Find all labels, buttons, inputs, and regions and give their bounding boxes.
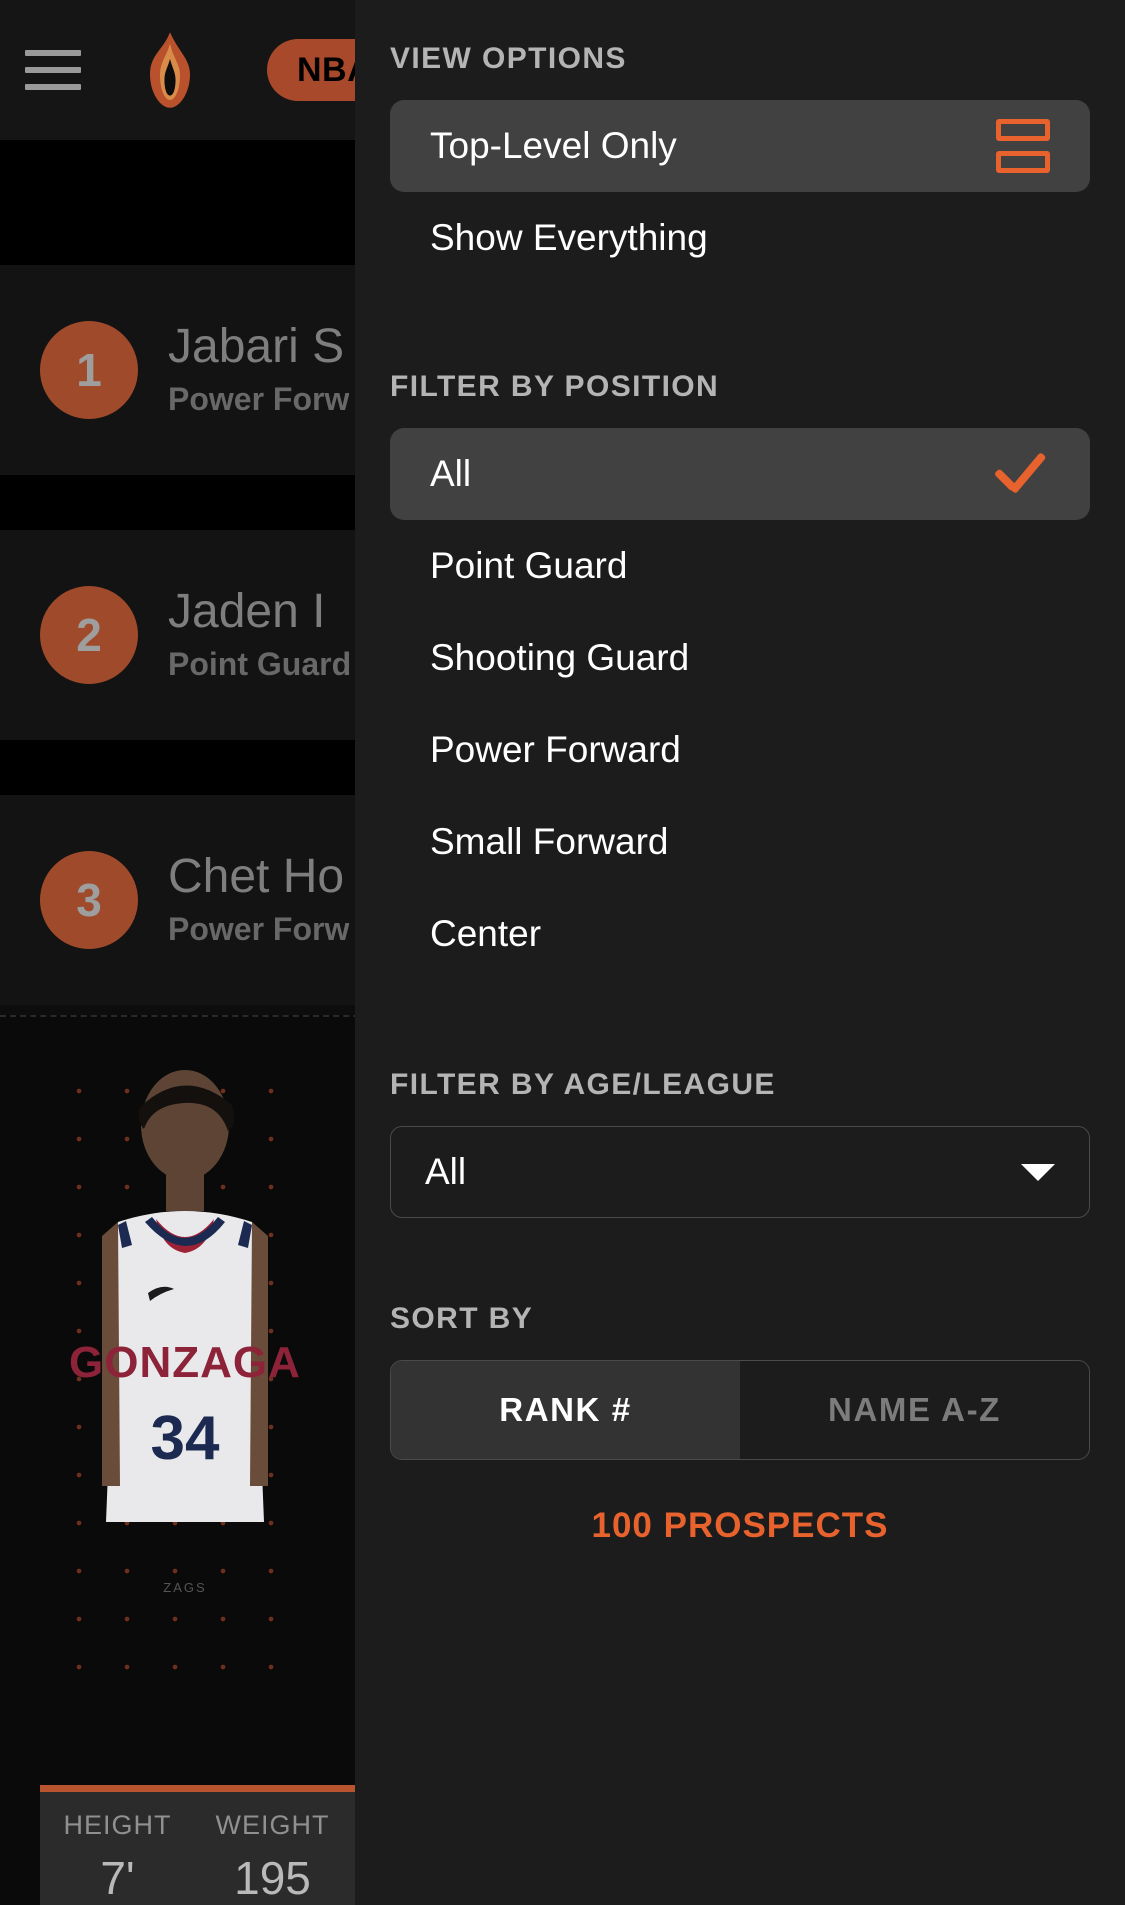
rank-badge: 3 bbox=[40, 851, 138, 949]
age-league-select[interactable]: All bbox=[390, 1126, 1090, 1218]
view-option-label: Top-Level Only bbox=[430, 125, 677, 166]
view-option-show-everything[interactable]: Show Everything bbox=[390, 192, 1090, 284]
view-option-top-level-only[interactable]: Top-Level Only bbox=[390, 100, 1090, 192]
stat-weight: WEIGHT 195 bbox=[195, 1810, 350, 1905]
stat-label: HEIGHT bbox=[63, 1810, 172, 1840]
row-text: Chet Ho Power Forw bbox=[168, 852, 349, 947]
player-position: Point Guard bbox=[168, 645, 352, 682]
stat-height: HEIGHT 7' bbox=[40, 1810, 195, 1905]
rank-badge: 1 bbox=[40, 321, 138, 419]
sort-by-title: SORT BY bbox=[390, 1302, 534, 1335]
check-icon bbox=[992, 452, 1050, 496]
svg-text:34: 34 bbox=[151, 1404, 220, 1473]
position-option-label: Power Forward bbox=[430, 729, 681, 770]
position-option-label: Shooting Guard bbox=[430, 637, 690, 678]
player-name: Jabari S bbox=[168, 322, 345, 374]
position-option-power-forward[interactable]: Power Forward bbox=[390, 704, 1090, 796]
row-text: Jabari S Power Forw bbox=[168, 322, 349, 417]
position-option-label: Point Guard bbox=[430, 545, 628, 586]
player-position: Power Forw bbox=[168, 910, 350, 947]
view-options-title: VIEW OPTIONS bbox=[390, 42, 627, 75]
position-option-label: Center bbox=[430, 913, 542, 954]
filter-age-league-title: FILTER BY AGE/LEAGUE bbox=[390, 1068, 776, 1101]
stat-label: WEIGHT bbox=[215, 1810, 330, 1840]
position-option-shooting-guard[interactable]: Shooting Guard bbox=[390, 612, 1090, 704]
position-option-small-forward[interactable]: Small Forward bbox=[390, 796, 1090, 888]
age-league-selected-value: All bbox=[425, 1151, 467, 1192]
position-option-label: Small Forward bbox=[430, 821, 669, 862]
sort-option-name[interactable]: NAME A-Z bbox=[740, 1361, 1089, 1459]
hamburger-icon[interactable] bbox=[25, 50, 81, 90]
svg-text:ZAGS: ZAGS bbox=[163, 1580, 206, 1595]
view-options-list: Top-Level Only Show Everything bbox=[390, 100, 1090, 284]
player-name: Jaden I bbox=[168, 587, 326, 639]
stat-value: 7' bbox=[100, 1852, 135, 1904]
app-root: NBA 1 Jabari S Power Forw 2 Jaden I Poin… bbox=[0, 0, 1125, 1905]
sort-option-rank[interactable]: RANK # bbox=[391, 1361, 740, 1459]
player-position: Power Forw bbox=[168, 380, 350, 417]
svg-text:GONZAGA: GONZAGA bbox=[69, 1338, 301, 1387]
player-photo: GONZAGA 34 ZAGS bbox=[69, 1070, 301, 1595]
row-text: Jaden I Point Guard bbox=[168, 587, 351, 682]
filter-panel: VIEW OPTIONS Top-Level Only Show Everyth… bbox=[355, 0, 1125, 1905]
result-count: 100 PROSPECTS bbox=[591, 1506, 889, 1545]
filter-position-title: FILTER BY POSITION bbox=[390, 370, 720, 403]
chevron-down-icon bbox=[1021, 1163, 1055, 1181]
position-option-point-guard[interactable]: Point Guard bbox=[390, 520, 1090, 612]
filter-position-list: All Point Guard Shooting Guard Power For… bbox=[390, 428, 1090, 980]
sort-by-segmented-control: RANK # NAME A-Z bbox=[390, 1360, 1090, 1460]
view-option-label: Show Everything bbox=[430, 217, 708, 258]
position-option-all[interactable]: All bbox=[390, 428, 1090, 520]
flame-logo-icon[interactable] bbox=[133, 30, 207, 110]
player-name: Chet Ho bbox=[168, 852, 345, 904]
rows-layout-icon bbox=[996, 119, 1050, 173]
position-option-label: All bbox=[430, 453, 472, 494]
rank-badge: 2 bbox=[40, 586, 138, 684]
stat-value: 195 bbox=[234, 1852, 311, 1904]
position-option-center[interactable]: Center bbox=[390, 888, 1090, 980]
